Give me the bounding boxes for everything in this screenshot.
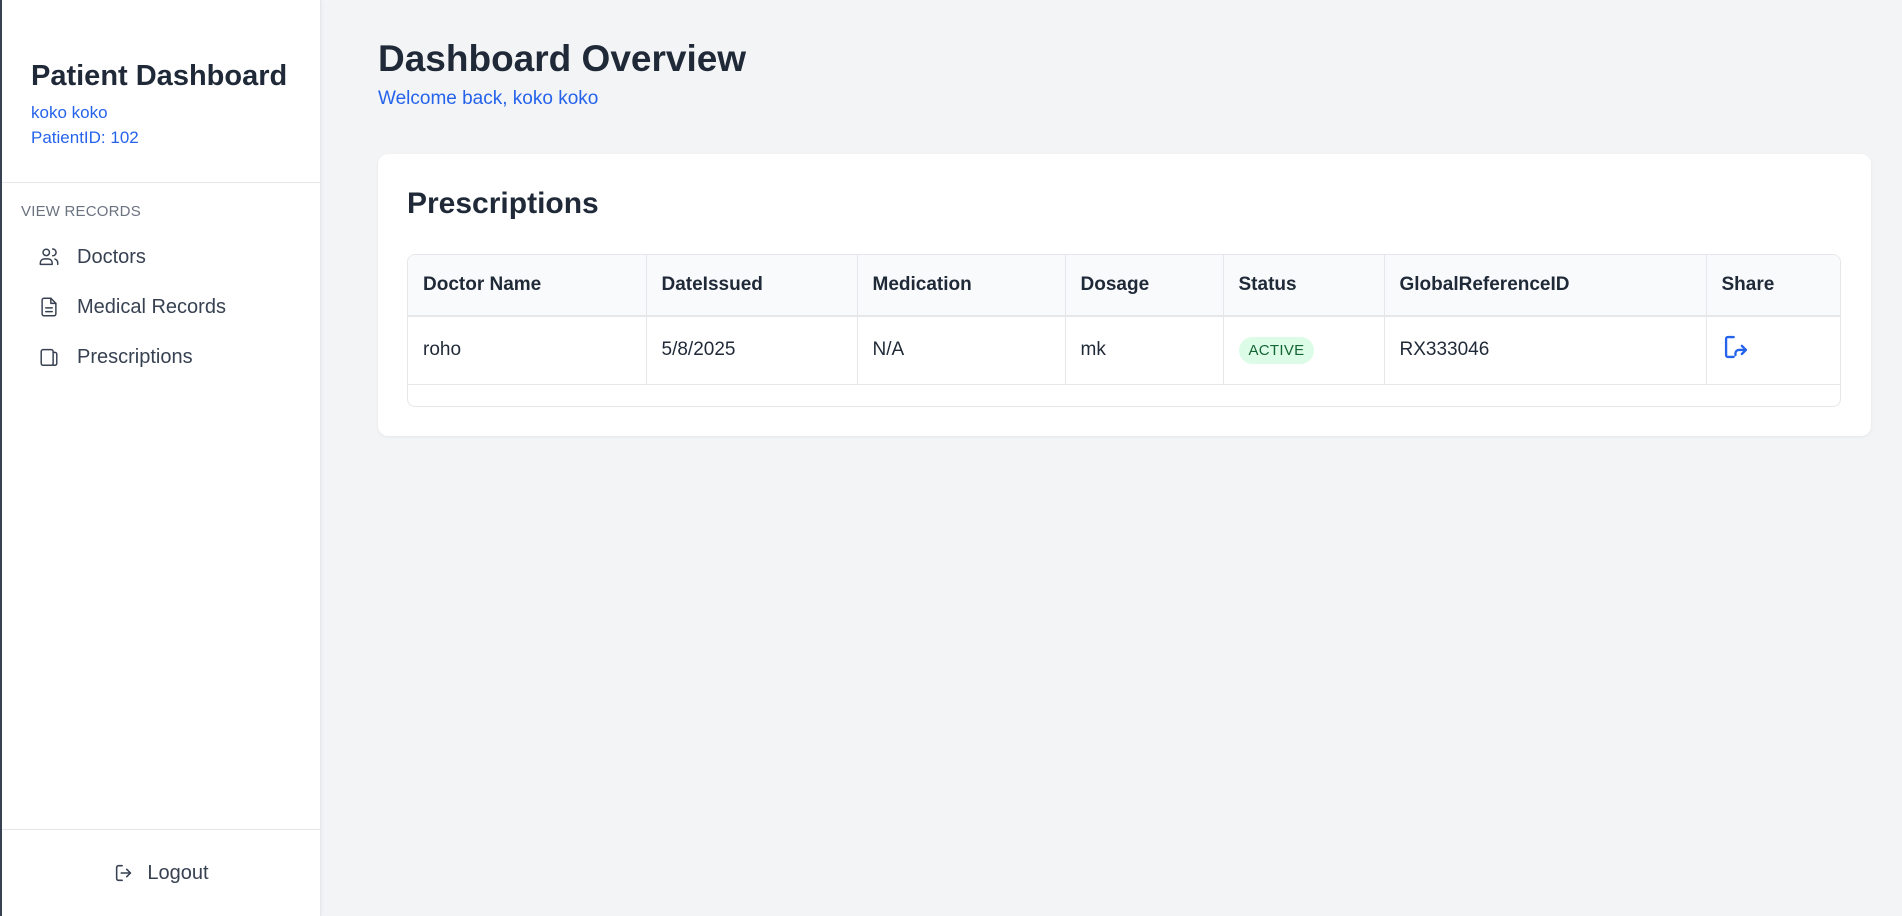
cell-global-reference-id: RX333046 [1384, 316, 1707, 385]
logout-label: Logout [147, 861, 209, 884]
sidebar-item-prescriptions[interactable]: Prescriptions [2, 332, 320, 382]
sidebar-brand: Patient Dashboard koko koko PatientID: 1… [2, 0, 320, 183]
column-header-global-reference-id: GlobalReferenceID [1384, 255, 1707, 317]
main-content: Dashboard Overview Welcome back, koko ko… [321, 0, 1902, 916]
app-root: Patient Dashboard koko koko PatientID: 1… [0, 0, 1902, 916]
sidebar-item-medical-records[interactable]: Medical Records [2, 282, 320, 332]
status-badge: ACTIVE [1238, 336, 1315, 364]
logout-button[interactable]: Logout [113, 861, 209, 885]
sidebar-item-label: Prescriptions [77, 345, 193, 368]
cell-date-issued: 5/8/2025 [646, 316, 858, 385]
document-icon [38, 296, 60, 318]
patient-id: PatientID: 102 [31, 128, 139, 147]
cell-medication: N/A [857, 316, 1066, 385]
sidebar-item-doctors[interactable]: Doctors [2, 232, 320, 282]
cell-dosage: mk [1065, 316, 1224, 385]
table-header-row: Doctor Name DateIssued Medication Dosage… [408, 255, 1840, 317]
nav-section-heading: VIEW RECORDS [21, 203, 141, 220]
prescriptions-table: Doctor Name DateIssued Medication Dosage… [408, 255, 1840, 385]
column-header-doctor-name: Doctor Name [408, 255, 647, 317]
cell-doctor-name: roho [408, 316, 647, 385]
column-header-status: Status [1223, 255, 1385, 317]
table-row: roho 5/8/2025 N/A mk ACTIVE RX333046 [408, 316, 1840, 385]
card-title: Prescriptions [407, 187, 599, 220]
welcome-message: Welcome back, koko koko [378, 88, 599, 109]
column-header-dosage: Dosage [1065, 255, 1224, 317]
column-header-date-issued: DateIssued [646, 255, 858, 317]
logout-section: Logout [2, 829, 320, 916]
column-header-share: Share [1706, 255, 1840, 317]
prescription-icon [38, 346, 60, 368]
prescriptions-table-container: Doctor Name DateIssued Medication Dosage… [407, 254, 1841, 407]
cell-status: ACTIVE [1223, 316, 1385, 385]
sidebar-item-label: Medical Records [77, 295, 226, 318]
column-header-medication: Medication [857, 255, 1066, 317]
sidebar: Patient Dashboard koko koko PatientID: 1… [0, 0, 321, 916]
users-icon [38, 246, 60, 268]
patient-name: koko koko [31, 103, 108, 122]
prescriptions-card: Prescriptions Doctor Name DateIssued Med… [378, 154, 1871, 436]
share-icon[interactable] [1722, 333, 1750, 361]
cell-share [1706, 316, 1840, 385]
sidebar-nav: VIEW RECORDS Doctors Medical Records Pre… [2, 183, 320, 829]
sidebar-title: Patient Dashboard [31, 60, 288, 92]
page-title: Dashboard Overview [378, 38, 747, 79]
sidebar-item-label: Doctors [77, 245, 146, 268]
logout-icon [113, 862, 135, 884]
